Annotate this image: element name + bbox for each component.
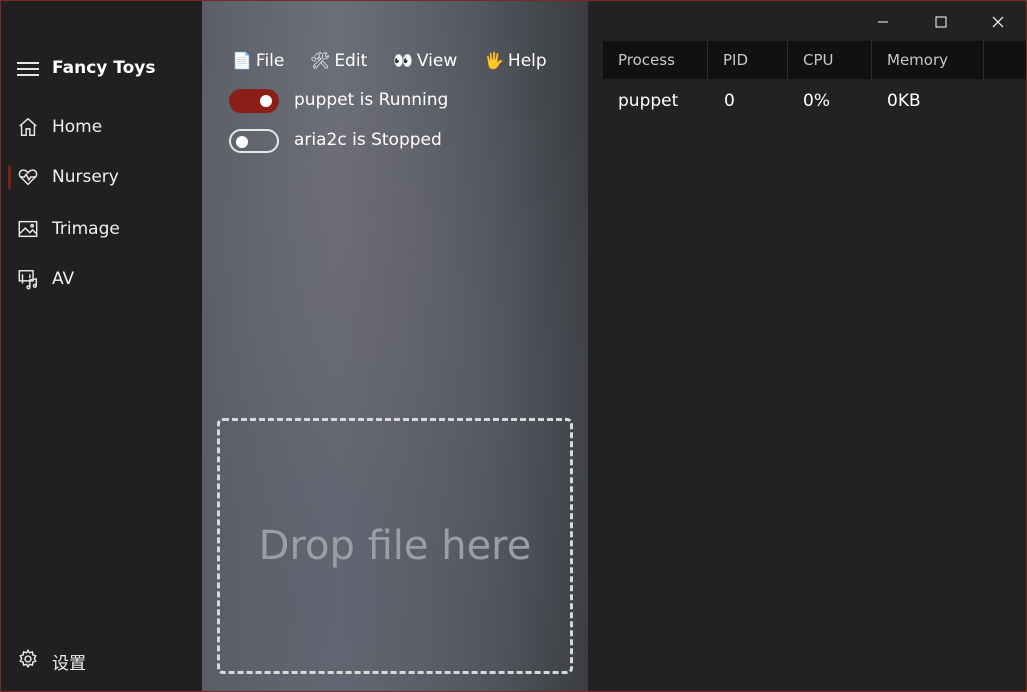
sidebar-item-trimage[interactable]: Trimage bbox=[1, 207, 202, 251]
sidebar-item-label: 设置 bbox=[52, 654, 86, 674]
heart-pulse-icon bbox=[18, 169, 38, 186]
sidebar-item-home[interactable]: Home bbox=[1, 105, 202, 149]
main-panel: 📄 File 🛠 Edit 👀 View 🖐 Help puppet is Runnin… bbox=[202, 1, 588, 691]
sidebar-item-nursery[interactable]: Nursery bbox=[1, 155, 202, 199]
image-icon bbox=[18, 220, 38, 238]
column-header-memory[interactable]: Memory bbox=[872, 41, 984, 79]
service-status-label: aria2c is Stopped bbox=[294, 130, 442, 150]
maximize-icon[interactable] bbox=[926, 9, 956, 35]
cell-process: puppet bbox=[618, 91, 679, 111]
puppet-toggle[interactable] bbox=[229, 89, 279, 113]
menu-label: Edit bbox=[334, 51, 368, 71]
minimize-icon[interactable] bbox=[868, 9, 898, 35]
menu-view[interactable]: 👀 View bbox=[393, 51, 457, 71]
hand-icon: 🖐 bbox=[484, 51, 504, 70]
sidebar-item-label: AV bbox=[52, 269, 75, 289]
menu-label: File bbox=[255, 51, 285, 71]
menu-help[interactable]: 🖐 Help bbox=[484, 51, 547, 71]
column-header-process[interactable]: Process bbox=[603, 41, 708, 79]
document-icon: 📄 bbox=[232, 51, 252, 70]
column-header-cpu[interactable]: CPU bbox=[788, 41, 872, 79]
tools-icon: 🛠 bbox=[310, 51, 331, 70]
media-icon bbox=[18, 270, 37, 290]
app-window: Fancy Toys Home Nursery Trimage AV 设置 📄 … bbox=[0, 0, 1027, 692]
app-title: Fancy Toys bbox=[52, 58, 156, 78]
process-panel: Process PID CPU Memory puppet 0 0% 0KB bbox=[588, 1, 1026, 691]
menu-label: Help bbox=[507, 51, 547, 71]
menu-label: View bbox=[416, 51, 458, 71]
sidebar-item-av[interactable]: AV bbox=[1, 257, 202, 301]
cell-pid: 0 bbox=[724, 91, 735, 111]
cell-memory: 0KB bbox=[887, 91, 921, 111]
sidebar: Fancy Toys Home Nursery Trimage AV 设置 bbox=[1, 1, 202, 691]
service-status-label: puppet is Running bbox=[294, 90, 449, 110]
file-drop-zone[interactable]: Drop file here bbox=[217, 418, 573, 674]
selection-indicator bbox=[8, 165, 11, 189]
column-header-pid[interactable]: PID bbox=[708, 41, 788, 79]
process-table-header: Process PID CPU Memory bbox=[603, 41, 1026, 79]
sidebar-item-label: Trimage bbox=[52, 219, 120, 239]
toggle-knob bbox=[260, 95, 272, 107]
sidebar-item-settings[interactable]: 设置 bbox=[1, 637, 202, 681]
aria2c-toggle[interactable] bbox=[229, 129, 279, 153]
toggle-knob bbox=[236, 136, 248, 148]
sidebar-item-label: Home bbox=[52, 117, 103, 137]
cell-cpu: 0% bbox=[803, 91, 830, 111]
home-icon bbox=[19, 117, 37, 136]
close-icon[interactable] bbox=[983, 9, 1013, 35]
hamburger-menu-icon[interactable] bbox=[17, 59, 39, 77]
menu-file[interactable]: 📄 File bbox=[232, 51, 284, 71]
menu-edit[interactable]: 🛠 Edit bbox=[310, 51, 367, 71]
drop-zone-label: Drop file here bbox=[258, 523, 532, 569]
gear-icon bbox=[19, 648, 37, 669]
sidebar-item-label: Nursery bbox=[52, 167, 119, 187]
eyes-icon: 👀 bbox=[393, 51, 413, 70]
